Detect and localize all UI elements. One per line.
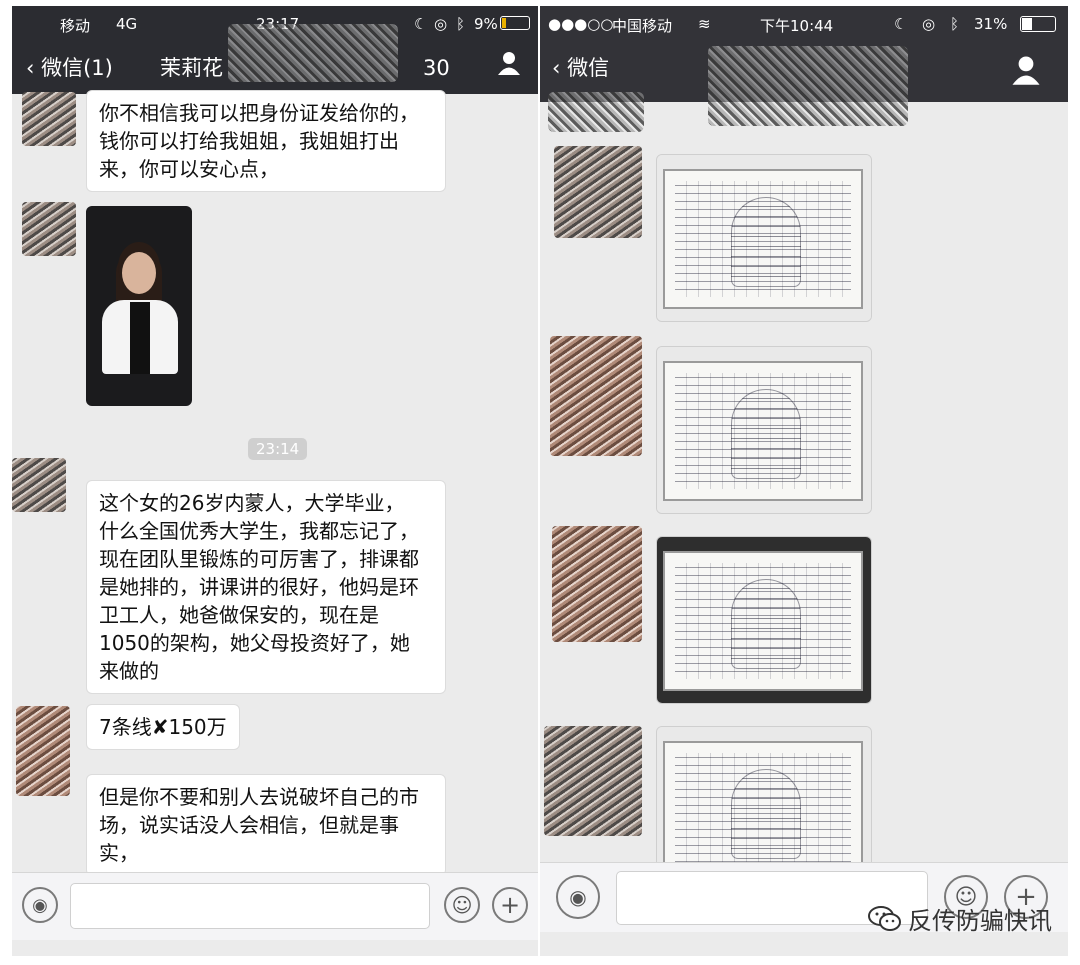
avatar[interactable] xyxy=(550,336,642,456)
person-icon[interactable] xyxy=(1010,54,1042,90)
panel-divider xyxy=(538,6,540,956)
moon-icon: ☾ xyxy=(894,15,908,33)
battery-icon xyxy=(1020,16,1056,32)
left-chat-screenshot: 移动 4G 23:17 ☾ ◎ ᛒ 9% ‹ 微信(1) 茉莉花30 你不相信我… xyxy=(12,6,538,956)
watermark: 反传防骗快讯 xyxy=(868,901,1052,936)
avatar[interactable] xyxy=(22,92,76,146)
network-label: 4G xyxy=(116,15,138,33)
back-label: 微信(1) xyxy=(41,56,113,80)
carrier-label: 中国移动 xyxy=(612,17,673,35)
wechat-logo-icon xyxy=(868,905,901,931)
photo-person-shirt xyxy=(130,302,150,374)
message-line: 现在团队里锻炼的可厉害了，排课都 xyxy=(99,547,419,571)
battery-percent: 9% xyxy=(474,15,498,33)
whiteboard-photo[interactable] xyxy=(656,346,872,514)
message-input[interactable] xyxy=(70,883,430,929)
timestamp: 23:14 xyxy=(248,438,308,460)
watermark-text: 反传防骗快讯 xyxy=(908,907,1052,935)
redaction-scribble xyxy=(708,46,908,126)
signal-dots: ●●●○○ xyxy=(548,15,614,33)
photo-person-face xyxy=(122,252,156,294)
message-bubble: 这个女的26岁内蒙人，大学毕业， 什么全国优秀大学生，我都忘记了， 现在团队里锻… xyxy=(86,480,446,694)
redaction-scribble xyxy=(228,24,398,82)
message-line: 来做的 xyxy=(99,659,159,683)
carrier-label: 移动 xyxy=(60,17,91,35)
chevron-left-icon: ‹ xyxy=(26,56,35,80)
input-bar: ◉ ☺ + xyxy=(12,872,538,940)
status-bar: ●●●○○ 中国移动 ≋ 下午10:44 ☾ ◎ ᛒ 31% xyxy=(538,6,1068,40)
avatar[interactable] xyxy=(554,146,642,238)
message-bubble: 你不相信我可以把身份证发给你的， 钱你可以打给我姐姐，我姐姐打出 来，你可以安心… xyxy=(86,90,446,192)
wifi-icon: ≋ xyxy=(698,15,711,33)
avatar[interactable] xyxy=(552,526,642,642)
avatar[interactable] xyxy=(16,706,70,796)
whiteboard-photo[interactable] xyxy=(656,726,872,876)
chevron-left-icon: ‹ xyxy=(552,56,561,80)
right-chat-screenshot: ●●●○○ 中国移动 ≋ 下午10:44 ☾ ◎ ᛒ 31% ‹ 微信 ◉ ☺ … xyxy=(538,6,1068,956)
message-line: 实， xyxy=(99,841,139,865)
message-line: 这个女的26岁内蒙人，大学毕业， xyxy=(99,491,405,515)
smiley-icon[interactable]: ☺ xyxy=(444,887,480,923)
redaction-scribble xyxy=(548,92,644,132)
avatar[interactable] xyxy=(22,202,76,256)
message-line: 钱你可以打给我姐姐，我姐姐打出 xyxy=(99,129,399,153)
person-icon[interactable] xyxy=(496,50,522,80)
battery-percent: 31% xyxy=(974,15,1008,33)
message-line: 你不相信我可以把身份证发给你的， xyxy=(99,101,419,125)
message-line: 卫工人，她爸做保安的，现在是 xyxy=(99,603,379,627)
bluetooth-icon: ᛒ xyxy=(456,15,466,33)
chat-title-text: 茉莉花 xyxy=(160,56,223,80)
voice-icon[interactable]: ◉ xyxy=(556,875,600,919)
back-button[interactable]: ‹ 微信 xyxy=(552,52,609,82)
lock-rotation-icon: ◎ xyxy=(922,15,936,33)
avatar[interactable] xyxy=(12,458,66,512)
voice-icon[interactable]: ◉ xyxy=(22,887,58,923)
message-line: 来，你可以安心点， xyxy=(99,157,279,181)
whiteboard-photo[interactable] xyxy=(656,154,872,322)
battery-icon xyxy=(500,16,530,30)
message-line: 场，说实话没人会相信，但就是事 xyxy=(99,813,399,837)
back-label: 微信 xyxy=(567,56,610,80)
moon-icon: ☾ xyxy=(414,15,428,33)
back-button[interactable]: ‹ 微信(1) xyxy=(26,52,113,82)
message-line: 但是你不要和别人去说破坏自己的市 xyxy=(99,785,419,809)
lock-rotation-icon: ◎ xyxy=(434,15,448,33)
message-bubble: 但是你不要和别人去说破坏自己的市 场，说实话没人会相信，但就是事 实， xyxy=(86,774,446,876)
message-line: 7条线✘150万 xyxy=(99,715,227,739)
status-time: 下午10:44 xyxy=(760,17,834,35)
plus-icon[interactable]: + xyxy=(492,887,528,923)
whiteboard-photo[interactable] xyxy=(656,536,872,704)
photo-message[interactable] xyxy=(86,206,192,406)
bluetooth-icon: ᛒ xyxy=(950,15,960,33)
chat-title-suffix: 30 xyxy=(423,56,450,80)
message-line: 是她排的，讲课讲的很好，他妈是环 xyxy=(99,575,419,599)
avatar[interactable] xyxy=(544,726,642,836)
message-bubble: 7条线✘150万 xyxy=(86,704,240,750)
message-line: 什么全国优秀大学生，我都忘记了， xyxy=(99,519,419,543)
message-line: 1050的架构，她父母投资好了，她 xyxy=(99,631,410,655)
